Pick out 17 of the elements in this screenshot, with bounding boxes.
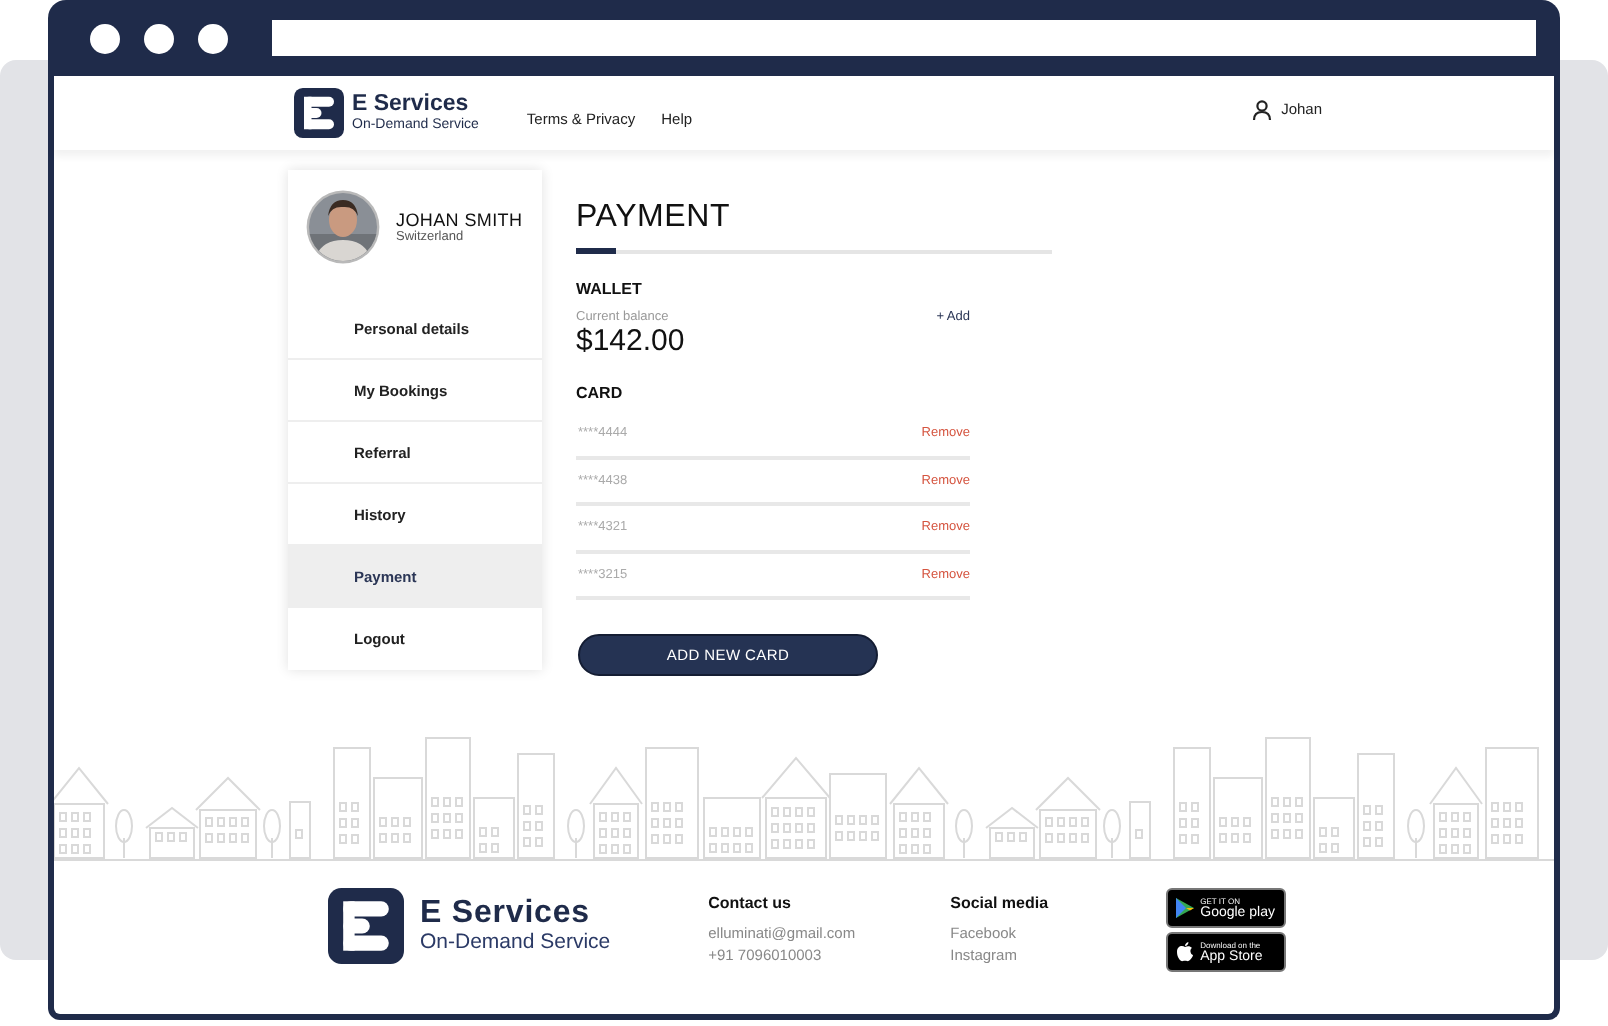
window-dot bbox=[144, 23, 174, 53]
logo-icon bbox=[328, 888, 404, 964]
section-heading: CARD bbox=[576, 384, 625, 404]
title-underline bbox=[576, 248, 616, 254]
window-dot bbox=[198, 23, 228, 53]
page-title: PAYMENT bbox=[576, 198, 733, 238]
footer-heading: Social media bbox=[950, 894, 1051, 914]
logo-icon bbox=[294, 88, 344, 138]
section-heading: WALLET bbox=[576, 280, 644, 300]
window-dot bbox=[90, 23, 120, 53]
footer-heading: Contact us bbox=[708, 894, 793, 914]
brand-name: E Services bbox=[420, 896, 592, 930]
balance-amount: $142.00 bbox=[576, 324, 687, 360]
profile-name: JOHAN SMITH bbox=[396, 209, 523, 229]
brand-tagline: On-Demand Service bbox=[420, 930, 611, 956]
brand-name: E Services bbox=[352, 92, 471, 116]
user-icon[interactable] bbox=[1251, 99, 1272, 119]
